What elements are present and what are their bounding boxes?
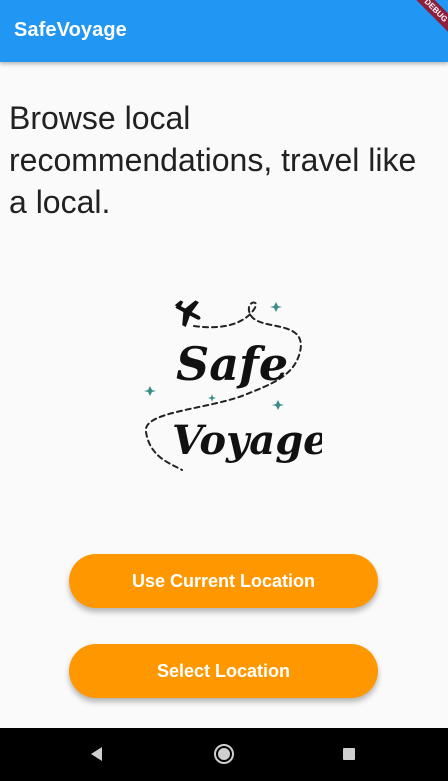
debug-banner: DEBUG: [408, 0, 448, 40]
select-location-label: Select Location: [156, 660, 291, 681]
recents-square-icon[interactable]: [343, 748, 355, 760]
logo-word-safe: Safe: [176, 337, 288, 391]
use-current-location-label: Use Current Location: [131, 570, 316, 591]
system-navigation-bar: [0, 728, 448, 781]
app-bar: SafeVoyage DEBUG: [0, 0, 448, 62]
airplane-icon: [174, 300, 201, 327]
back-triangle-icon[interactable]: [91, 747, 102, 761]
debug-label: DEBUG: [408, 0, 448, 38]
select-location-button[interactable]: Select Location: [69, 644, 378, 698]
tagline: Browse local recommendations, travel lik…: [9, 100, 417, 220]
screen: SafeVoyage DEBUG Browse local recommenda…: [0, 0, 448, 781]
home-circle-icon[interactable]: [214, 744, 234, 764]
logo-word-voyage: Voyage: [172, 417, 322, 464]
use-current-location-button[interactable]: Use Current Location: [69, 554, 378, 608]
safevoyage-logo: Safe Voyage: [132, 294, 329, 500]
logo-graphic: Safe Voyage: [144, 300, 329, 471]
app-title: SafeVoyage: [14, 19, 127, 41]
